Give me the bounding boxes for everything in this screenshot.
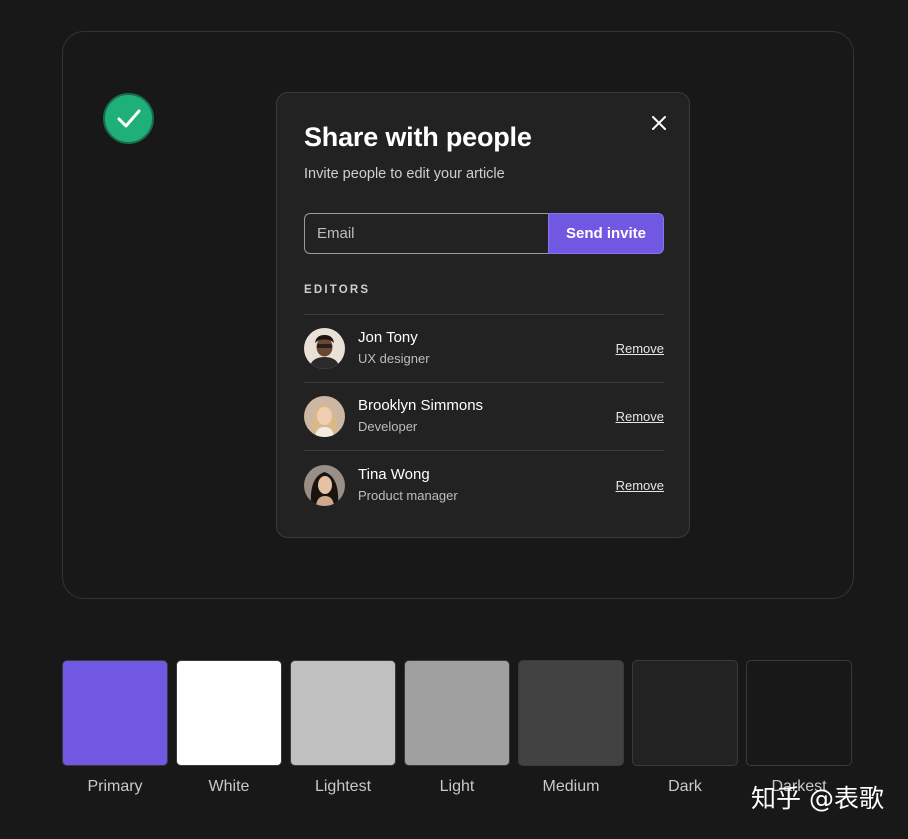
color-swatch (176, 660, 282, 766)
list-item: Tina Wong Product manager Remove (304, 451, 664, 519)
editor-role: Developer (358, 419, 418, 434)
color-swatch (62, 660, 168, 766)
editor-role: UX designer (358, 351, 430, 366)
swatch-lightest: Lightest (290, 660, 396, 820)
editor-name: Jon Tony (358, 329, 418, 346)
editor-name: Tina Wong (358, 465, 430, 483)
check-circle-icon (103, 93, 154, 144)
swatch-label: Dark (668, 778, 702, 795)
share-dialog: Share with people Invite people to edit … (276, 92, 690, 538)
editor-name: Brooklyn Simmons (358, 397, 484, 414)
remove-button[interactable]: Remove (616, 341, 664, 356)
color-palette: Primary White Lightest Light Medium Dark… (62, 660, 854, 820)
list-item: Jon Tony UX designer Remove (304, 315, 664, 383)
watermark: 知乎 @表歌 (751, 784, 884, 813)
email-field[interactable] (304, 213, 548, 254)
swatch-dark: Dark (632, 660, 738, 820)
list-item: Brooklyn Simmons Developer Remove (304, 383, 664, 451)
dialog-title: Share with people (304, 122, 532, 152)
avatar (304, 328, 345, 369)
send-invite-button[interactable]: Send invite (548, 213, 664, 254)
swatch-label: Light (439, 778, 475, 795)
editor-list: Jon Tony UX designer Remove Brooklyn Sim… (304, 314, 664, 519)
color-swatch (290, 660, 396, 766)
close-icon[interactable] (649, 113, 669, 133)
swatch-white: White (176, 660, 282, 820)
editors-heading: EDITORS (304, 284, 371, 296)
swatch-light: Light (404, 660, 510, 820)
editor-role: Product manager (358, 487, 458, 503)
swatch-label: White (208, 778, 250, 795)
swatch-medium: Medium (518, 660, 624, 820)
swatch-label: Medium (542, 778, 600, 795)
dialog-subtitle: Invite people to edit your article (304, 166, 505, 182)
swatch-label: Primary (87, 778, 143, 795)
color-swatch (404, 660, 510, 766)
remove-button[interactable]: Remove (616, 409, 664, 424)
invite-form: Send invite (304, 213, 664, 254)
color-swatch (632, 660, 738, 766)
color-swatch (746, 660, 852, 766)
avatar (304, 396, 345, 437)
swatch-primary: Primary (62, 660, 168, 820)
avatar (304, 464, 345, 506)
swatch-label: Lightest (314, 778, 372, 795)
color-swatch (518, 660, 624, 766)
remove-button[interactable]: Remove (616, 478, 664, 493)
